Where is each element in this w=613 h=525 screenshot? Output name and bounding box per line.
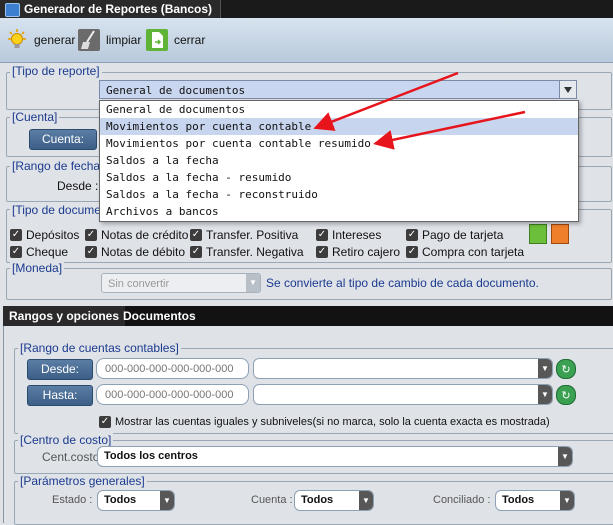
arrow-to-movimientos xyxy=(313,71,459,131)
arrow-to-movimientos-resumido xyxy=(373,110,526,150)
annotation-arrows xyxy=(313,71,526,150)
